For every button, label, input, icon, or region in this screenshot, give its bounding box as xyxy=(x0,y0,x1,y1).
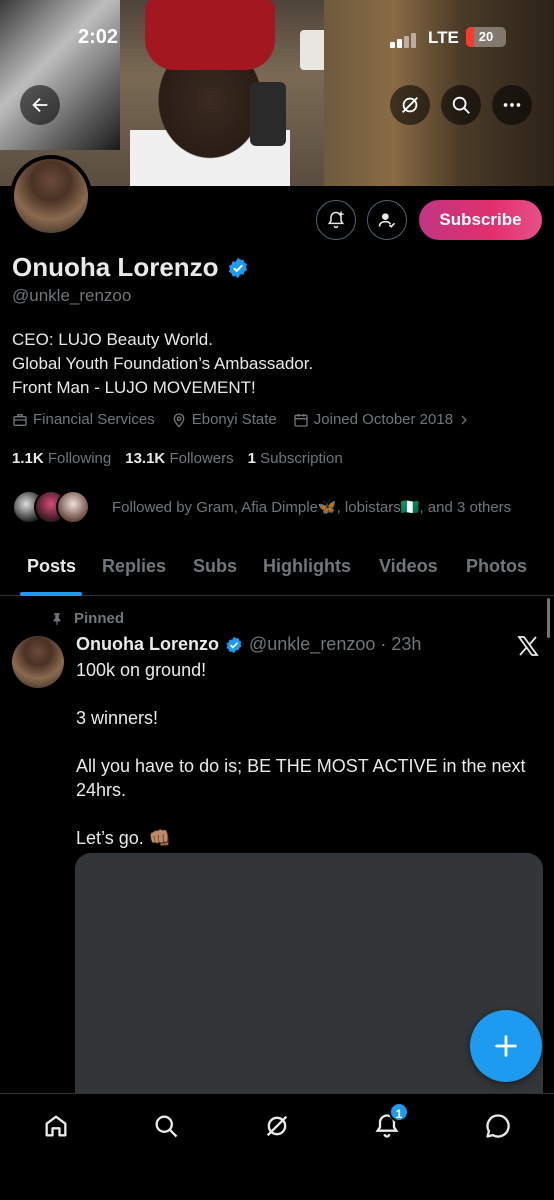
tab-replies[interactable]: Replies xyxy=(102,556,166,577)
battery-icon: 20 xyxy=(466,27,506,47)
bio-line: Front Man - LUJO MOVEMENT! xyxy=(12,378,256,397)
profile-name-row: Onuoha Lorenzo xyxy=(12,252,249,283)
search-icon xyxy=(155,1115,178,1138)
arrow-left-icon xyxy=(32,97,48,113)
nav-search[interactable] xyxy=(148,1108,184,1144)
profile-meta: Financial Services Ebonyi State Joined O… xyxy=(12,411,470,428)
signal-icon xyxy=(390,32,418,48)
network-label: LTE xyxy=(428,28,459,47)
nav-home[interactable] xyxy=(38,1108,74,1144)
followers-link[interactable]: 13.1K Followers xyxy=(125,450,233,467)
subscription-label: Subscription xyxy=(260,450,343,467)
notifications-badge: 1 xyxy=(389,1102,409,1122)
profile-tabs: Posts Replies Subs Highlights Videos Pho… xyxy=(0,548,554,596)
more-button[interactable] xyxy=(492,85,532,125)
followed-by-text: Followed by Gram, Afia Dimple🦋, lobistar… xyxy=(112,499,512,516)
follower-avatar xyxy=(56,490,90,524)
grok-button[interactable] xyxy=(390,85,430,125)
bio-line: Global Youth Foundation’s Ambassador. xyxy=(12,354,314,373)
briefcase-icon xyxy=(13,413,27,426)
active-tab-indicator xyxy=(20,592,82,596)
pin-icon xyxy=(53,612,61,625)
post-avatar[interactable] xyxy=(12,636,64,688)
message-icon xyxy=(486,1114,510,1138)
verified-badge-icon[interactable] xyxy=(227,257,249,279)
back-button[interactable] xyxy=(20,85,60,125)
location-label: Ebonyi State xyxy=(191,411,277,428)
followers-count: 13.1K xyxy=(125,450,166,467)
post-paragraph: 3 winners! xyxy=(76,708,159,728)
nav-grok[interactable] xyxy=(259,1108,295,1144)
nav-notifications[interactable]: 1 xyxy=(369,1102,409,1144)
post-handle-time: @unkle_renzoo · 23h xyxy=(249,634,422,654)
verified-badge-icon xyxy=(226,636,242,653)
category-label: Financial Services xyxy=(33,411,155,428)
subscription-link[interactable]: 1 Subscription xyxy=(248,450,343,467)
search-icon xyxy=(452,96,470,114)
post-body: 100k on ground! 3 winners! All you have … xyxy=(76,658,536,874)
home-icon xyxy=(45,1115,67,1137)
profile-joined[interactable]: Joined October 2018 xyxy=(293,411,470,428)
grok-icon xyxy=(402,97,418,113)
post-author[interactable]: Onuoha Lorenzo xyxy=(76,634,219,655)
profile-bio: CEO: LUJO Beauty World. Global Youth Fou… xyxy=(12,328,313,400)
tab-subs[interactable]: Subs xyxy=(193,556,237,577)
compose-button[interactable] xyxy=(470,1010,542,1082)
tab-highlights[interactable]: Highlights xyxy=(263,556,351,577)
scrollbar[interactable] xyxy=(547,598,550,638)
calendar-icon xyxy=(294,413,308,427)
post-header: Onuoha Lorenzo @unkle_renzoo · 23h xyxy=(76,634,421,655)
bottom-nav: 1 xyxy=(0,1093,554,1200)
tab-videos[interactable]: Videos xyxy=(379,556,438,577)
tab-photos[interactable]: Photos xyxy=(466,556,527,577)
following-count: 1.1K xyxy=(12,450,44,467)
profile-avatar[interactable] xyxy=(10,155,92,237)
nav-messages[interactable] xyxy=(480,1108,516,1144)
profile-handle: @unkle_renzoo xyxy=(12,286,132,305)
search-button[interactable] xyxy=(441,85,481,125)
chevron-right-icon xyxy=(461,415,467,424)
post-paragraph: 100k on ground! xyxy=(76,660,207,680)
status-bar: 2:02 LTE 20 xyxy=(0,22,554,54)
joined-label: Joined October 2018 xyxy=(313,411,454,428)
notify-button[interactable] xyxy=(316,200,356,240)
subscription-count: 1 xyxy=(247,450,256,467)
profile-category: Financial Services xyxy=(12,411,155,428)
banner-phone xyxy=(250,82,286,146)
tab-posts[interactable]: Posts xyxy=(27,556,76,577)
following-button[interactable] xyxy=(367,200,407,240)
following-label: Following xyxy=(47,450,112,467)
status-time: 2:02 xyxy=(78,26,119,48)
plus-icon xyxy=(495,1035,517,1057)
pinned-label: Pinned xyxy=(50,610,124,627)
follow-stats: 1.1K Following 13.1K Followers 1 Subscri… xyxy=(12,450,343,467)
followers-label: Followers xyxy=(169,450,234,467)
following-link[interactable]: 1.1K Following xyxy=(12,450,111,467)
battery-level: 20 xyxy=(478,29,494,44)
grok-icon xyxy=(266,1115,288,1137)
location-pin-icon xyxy=(173,412,185,428)
bell-plus-icon xyxy=(327,211,345,229)
profile-name: Onuoha Lorenzo xyxy=(12,252,219,282)
post-paragraph: All you have to do is; BE THE MOST ACTIV… xyxy=(76,756,526,800)
more-icon xyxy=(503,103,521,107)
followed-by[interactable]: Followed by Gram, Afia Dimple🦋, lobistar… xyxy=(12,490,511,524)
subscribe-button[interactable]: Subscribe xyxy=(419,200,542,240)
pinned-text: Pinned xyxy=(74,610,125,627)
person-check-icon xyxy=(378,213,396,228)
profile-location: Ebonyi State xyxy=(171,411,277,428)
post-paragraph: Let’s go. 👊🏽 xyxy=(76,828,172,848)
bio-line: CEO: LUJO Beauty World. xyxy=(12,330,213,349)
